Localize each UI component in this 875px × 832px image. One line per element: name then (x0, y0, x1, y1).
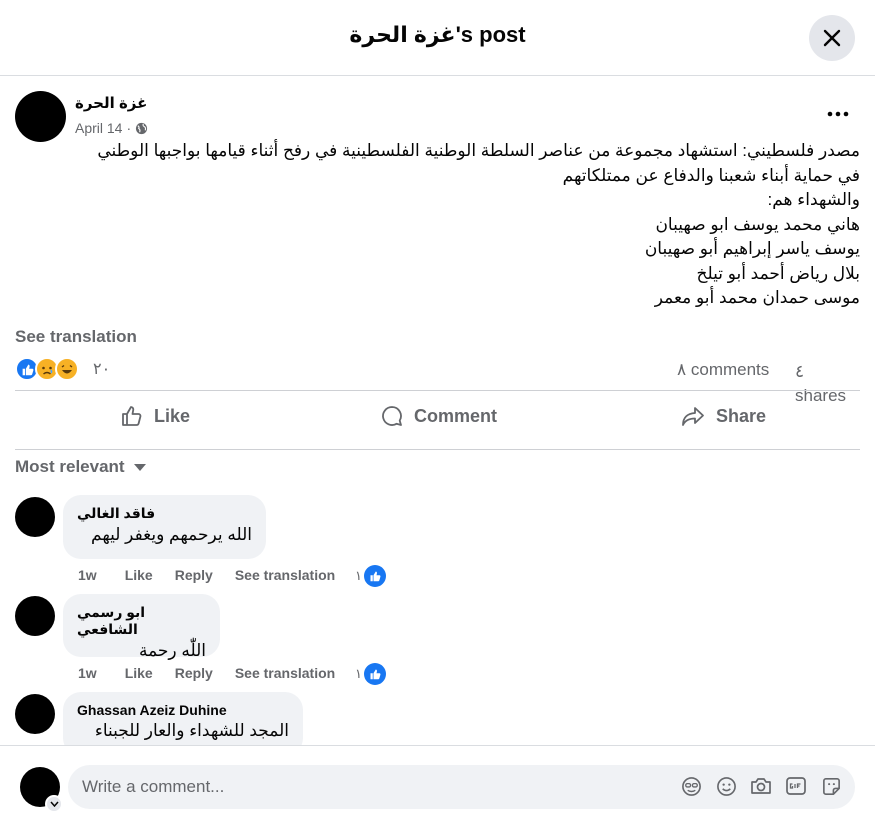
reaction-count: ٢٠ (93, 361, 111, 378)
comment-button[interactable]: Comment (380, 391, 497, 441)
like-label: Like (154, 405, 191, 426)
like-button[interactable]: Like (120, 391, 190, 441)
chevron-down-icon (49, 801, 59, 807)
comment-likes[interactable]: ١ (355, 663, 386, 685)
post-scroll-area[interactable]: غزة الحرة April 14 · مصدر فلسطيني: استشه… (0, 77, 875, 745)
comment-label: Comment (414, 405, 498, 426)
post-line: يوسف ياسر إبراهيم أبو صهيبان (644, 239, 860, 258)
comment-translate-link[interactable]: See translation (235, 665, 335, 681)
comment-time[interactable]: 1w (78, 665, 97, 681)
haha-reaction-icon (55, 357, 79, 381)
camera-icon[interactable] (750, 775, 772, 797)
more-options-button[interactable] (820, 99, 856, 129)
comment-text: الله يرحمهم ويغفر ليهم (91, 525, 252, 544)
comment-icon (382, 406, 402, 426)
like-icon (122, 406, 142, 426)
comment-composer (0, 745, 875, 832)
more-icon (827, 111, 849, 117)
comment-like-count: ١ (355, 568, 362, 583)
comment-like-count: ١ (355, 666, 362, 681)
sticker-icon[interactable] (820, 775, 842, 797)
author-avatar[interactable] (15, 91, 66, 142)
commenter-name[interactable]: فاقد الغالي (77, 505, 252, 522)
globe-icon (136, 122, 148, 134)
comment-text: المجد للشهداء والعار للجبناء (94, 721, 289, 740)
post-line: والشهداء هم: (767, 190, 860, 209)
comment-sort-dropdown[interactable]: Most relevant (15, 457, 147, 477)
post-line: هاني محمد يوسف ابو صهيبان (655, 214, 860, 234)
comment-bubble: فاقد الغالي الله يرحمهم ويغفر ليهم (63, 495, 266, 559)
post-meta: April 14 · (75, 120, 148, 136)
reactions-summary[interactable]: ٢٠ (15, 357, 110, 381)
like-reaction-icon (363, 663, 386, 685)
dialog-title: غزة الحرة's post (349, 22, 526, 47)
close-button[interactable] (809, 15, 855, 61)
avatar-sticker-icon[interactable] (680, 775, 702, 797)
sort-label: Most relevant (15, 457, 125, 476)
gif-icon[interactable] (785, 775, 807, 797)
emoji-icon[interactable] (715, 775, 737, 797)
post-line: في حماية أبناء شعبنا والدفاع عن ممتلكاته… (562, 165, 860, 185)
post-body: مصدر فلسطيني: استشهاد مجموعة من عناصر ال… (0, 139, 860, 311)
comment-time[interactable]: 1w (78, 567, 97, 583)
commenter-name[interactable]: Ghassan Azeiz Duhine (77, 702, 289, 718)
comment-reply-button[interactable]: Reply (175, 567, 213, 583)
commenter-avatar[interactable] (15, 497, 55, 537)
dialog-header: غزة الحرة's post (0, 0, 875, 76)
comment-translate-link[interactable]: See translation (235, 567, 335, 583)
share-icon (682, 407, 704, 426)
post-line: مصدر فلسطيني: استشهاد مجموعة من عناصر ال… (97, 141, 860, 160)
comment-bubble: ابو رسمي الشافعي اللّٰه رحمة (63, 594, 220, 660)
close-icon (823, 29, 841, 47)
comments-count[interactable]: ٨ comments (677, 360, 769, 380)
commenter-avatar[interactable] (15, 694, 55, 734)
comment-actions: 1w Like Reply See translation (78, 567, 357, 583)
post-actions: Like Comment Share (15, 391, 860, 441)
see-translation-link[interactable]: See translation (15, 327, 137, 347)
commenter-name[interactable]: ابو رسمي الشافعي (77, 604, 206, 638)
comment-text: اللّٰه رحمة (138, 641, 206, 660)
profile-switch-button[interactable] (45, 795, 63, 813)
commenter-avatar[interactable] (15, 596, 55, 636)
comment-reply-button[interactable]: Reply (175, 665, 213, 681)
like-reaction-icon (363, 565, 386, 587)
comment-bubble: Ghassan Azeiz Duhine المجد للشهداء والعا… (63, 692, 303, 745)
share-label: Share (716, 405, 767, 426)
chevron-down-icon (133, 463, 146, 471)
meta-separator: · (126, 120, 132, 136)
post-date[interactable]: April 14 (75, 120, 122, 136)
comment-like-button[interactable]: Like (125, 665, 153, 681)
post-line: بلال رياض أحمد أبو تيلخ (696, 263, 860, 283)
comment-actions: 1w Like Reply See translation (78, 665, 357, 681)
comment-like-button[interactable]: Like (125, 567, 153, 583)
comment-likes[interactable]: ١ (355, 565, 386, 587)
share-button[interactable]: Share (680, 391, 766, 441)
author-name[interactable]: غزة الحرة (75, 94, 147, 112)
composer-tools (680, 775, 842, 797)
post-line: موسى حمدان محمد أبو معمر (654, 288, 860, 307)
divider (15, 449, 860, 450)
